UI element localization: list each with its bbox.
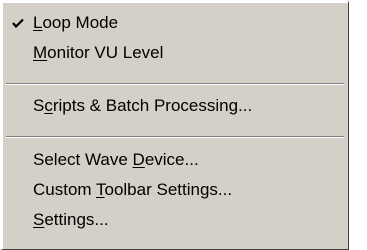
menu-item-label: Scripts & Batch Processing... xyxy=(33,96,253,115)
menu-separator xyxy=(6,136,344,138)
context-menu: Loop Mode Monitor VU Level Scripts & Bat… xyxy=(0,0,349,250)
menu-separator xyxy=(6,83,344,85)
menu-item-label: Custom Toolbar Settings... xyxy=(33,180,233,199)
menu-item-label: Select Wave Device... xyxy=(33,150,199,169)
checkmark-icon xyxy=(12,18,24,29)
menu-item-label: Loop Mode xyxy=(33,13,119,32)
menu-item-settings[interactable]: Settings... xyxy=(3,205,348,235)
menu-item-select-wave-device[interactable]: Select Wave Device... xyxy=(3,145,348,175)
menu-item-monitor-vu-level[interactable]: Monitor VU Level xyxy=(3,38,348,68)
menu-item-scripts-batch-processing[interactable]: Scripts & Batch Processing... xyxy=(3,91,348,121)
menu-item-label: Settings... xyxy=(33,210,109,229)
menu-item-loop-mode[interactable]: Loop Mode xyxy=(3,8,348,38)
menu-item-label: Monitor VU Level xyxy=(33,43,164,62)
menu-item-custom-toolbar-settings[interactable]: Custom Toolbar Settings... xyxy=(3,175,348,205)
